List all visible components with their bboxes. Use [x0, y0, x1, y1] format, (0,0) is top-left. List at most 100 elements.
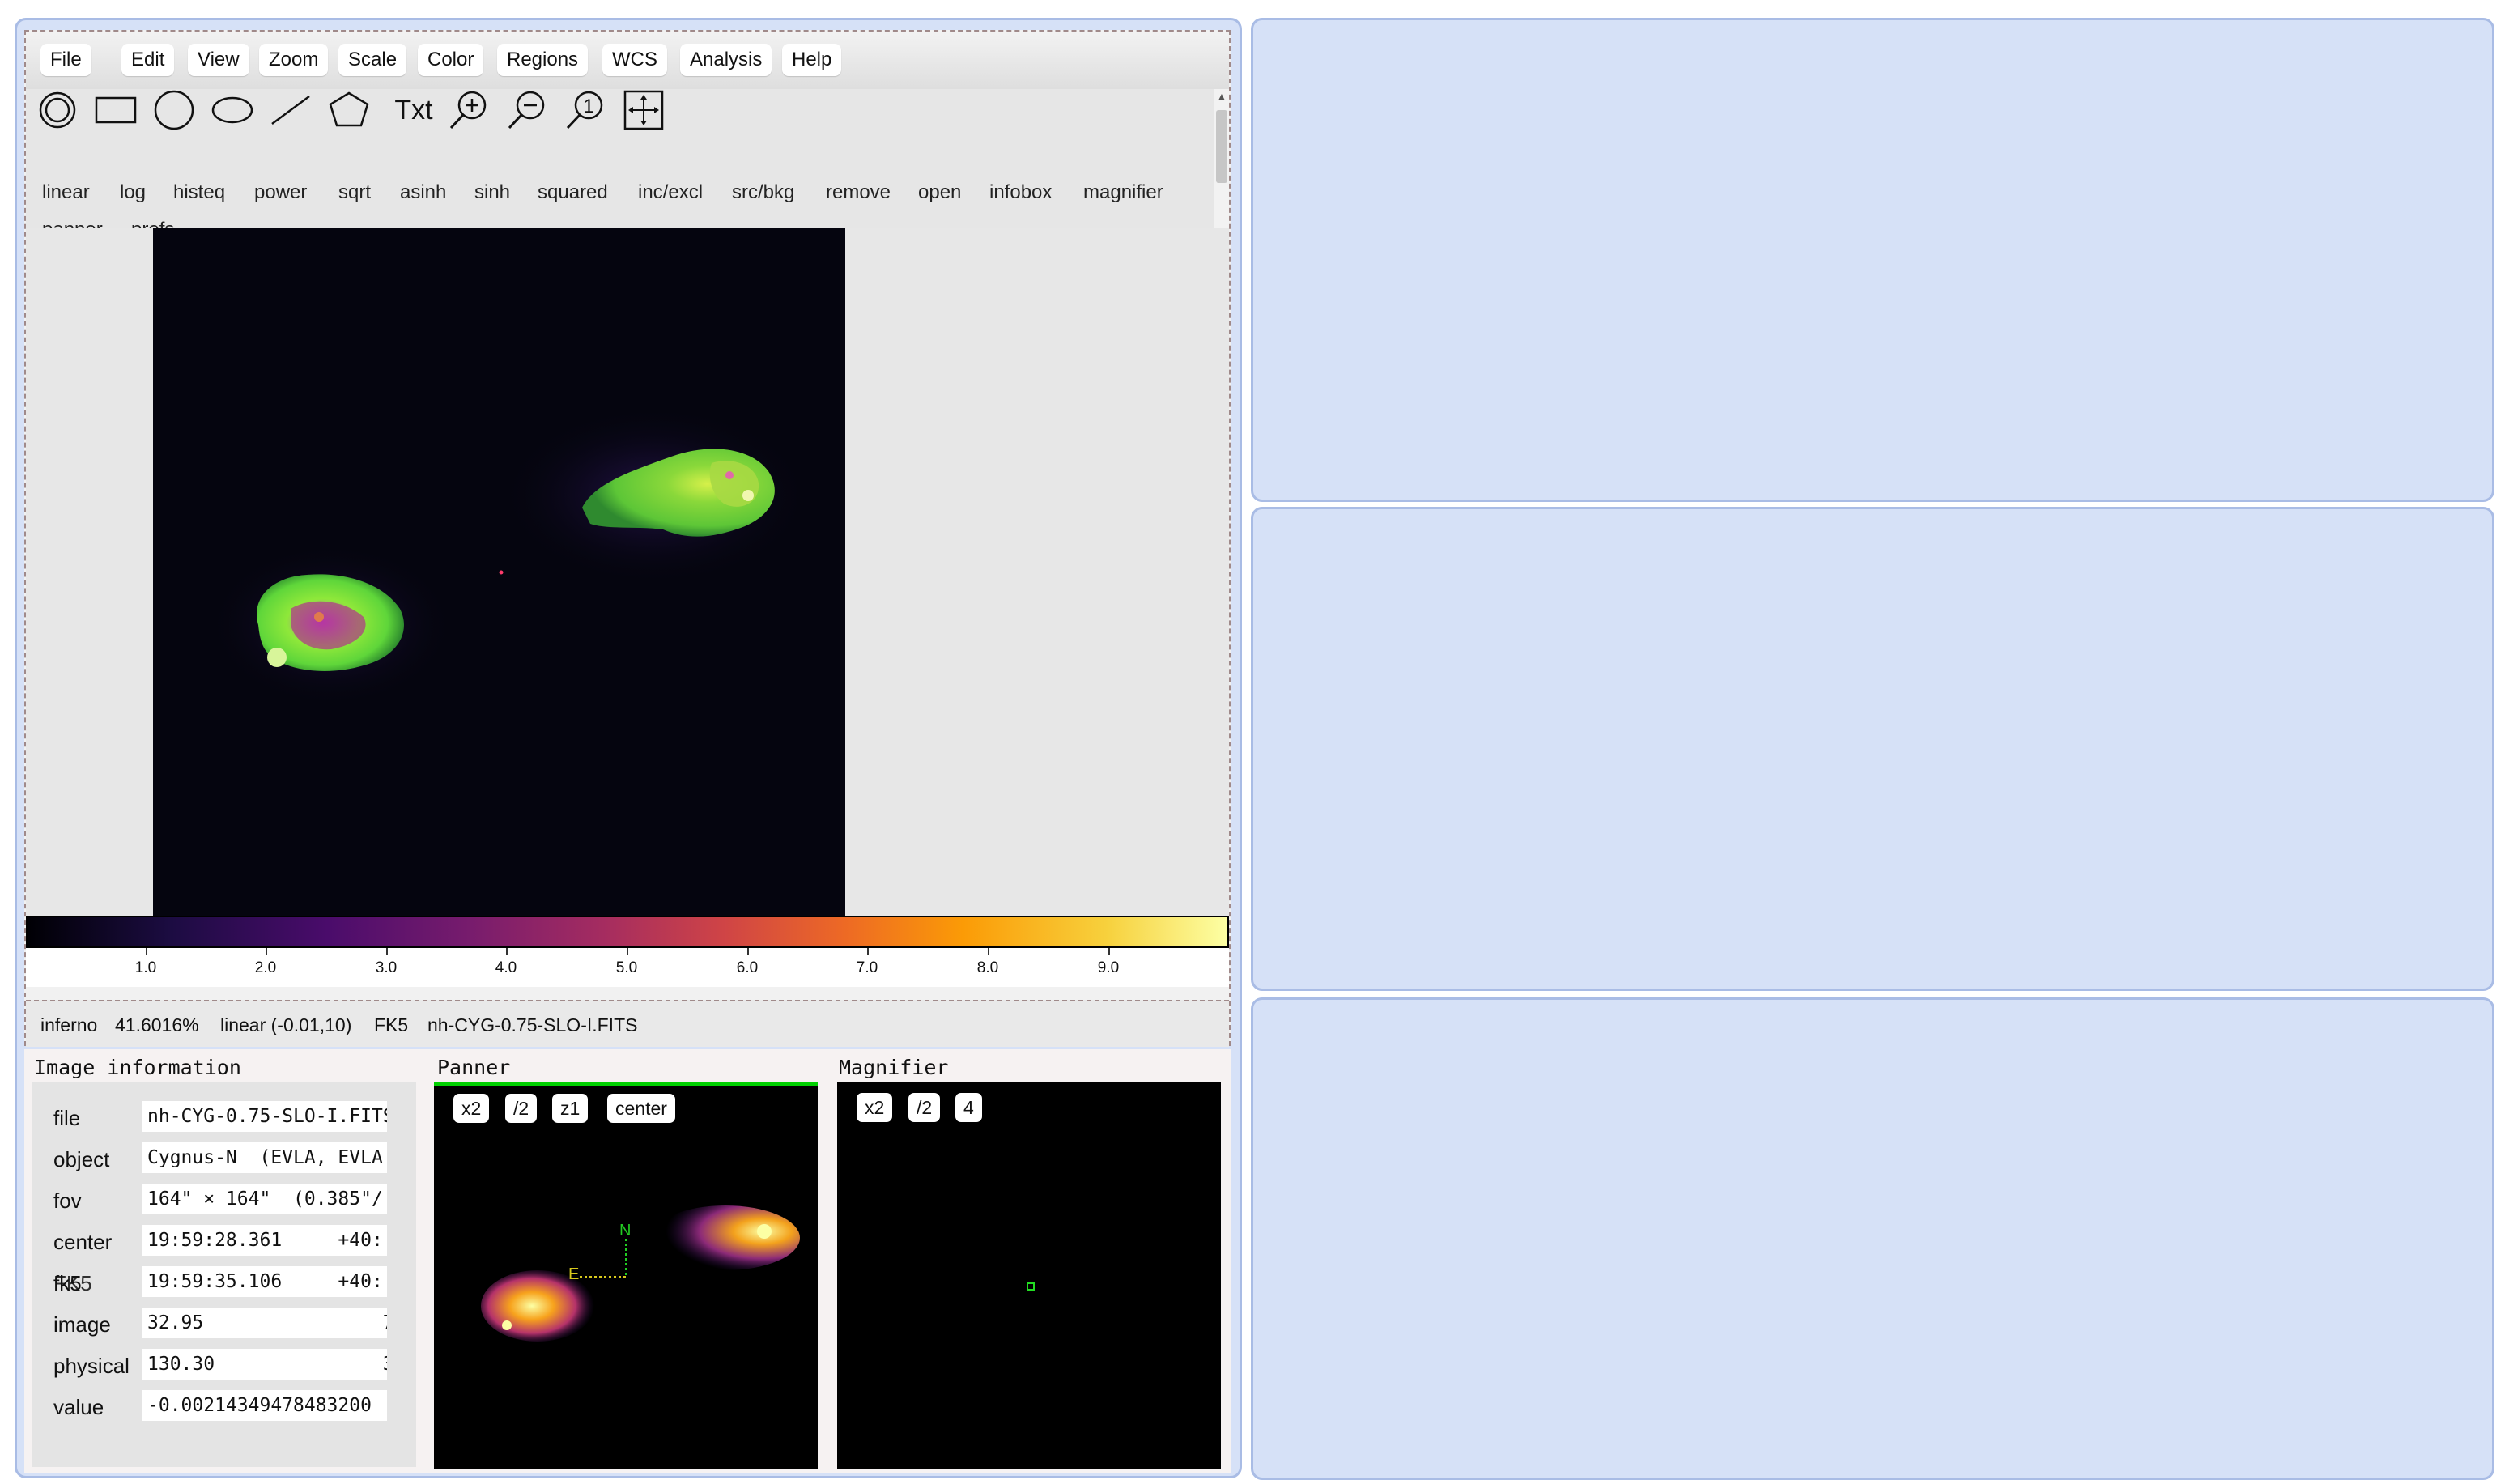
text-region-icon[interactable]: Txt: [385, 89, 442, 132]
menu-wcs[interactable]: WCS: [602, 44, 667, 76]
plugin-linear[interactable]: linear: [42, 181, 90, 204]
info-value-physical[interactable]: 130.30 3072: [142, 1349, 387, 1380]
status-contrast: 41.6016%: [115, 1014, 199, 1035]
plugin-open[interactable]: open: [918, 181, 961, 204]
panner-zoom-out-button[interactable]: /2: [505, 1094, 538, 1123]
panner-view[interactable]: N E x2 /2 z1 center: [434, 1082, 818, 1469]
plugin-squared[interactable]: squared: [538, 181, 608, 204]
image-display-area: [26, 228, 1229, 916]
info-key: value: [53, 1395, 104, 1419]
colorbar-tick-label: 8.0: [976, 959, 999, 976]
plugin-src-bkg[interactable]: src/bkg: [732, 181, 794, 204]
menu-analysis[interactable]: Analysis: [680, 44, 772, 76]
statusbar: inferno 41.6016% linear (-0.01,10) FK5 n…: [26, 1000, 1229, 1047]
info-key: file: [53, 1106, 81, 1130]
info-key: object: [53, 1147, 110, 1171]
magnifier-view[interactable]: x2 /2 4: [837, 1082, 1221, 1469]
colorbar-tick-label: 3.0: [375, 959, 398, 976]
colorbar[interactable]: [26, 916, 1229, 948]
menu-view[interactable]: View: [188, 44, 249, 76]
side-panel-middle: [1251, 507, 2494, 991]
plugin-sinh[interactable]: sinh: [474, 181, 510, 204]
magnifier-zoom-in-button[interactable]: x2: [857, 1093, 893, 1122]
image-info-box: file nh-CYG-0.75-SLO-I.FITS object Cygnu…: [32, 1082, 416, 1467]
panner-title: Panner: [437, 1056, 511, 1079]
info-value-fov[interactable]: 164" × 164" (0.385"/: [142, 1184, 387, 1214]
panner-center-button[interactable]: center: [607, 1094, 675, 1123]
plugin-magnifier[interactable]: magnifier: [1083, 181, 1163, 204]
zoom-in-icon[interactable]: [447, 89, 491, 132]
info-value-object[interactable]: Cygnus-N (EVLA, EVLA: [142, 1142, 387, 1173]
colorbar-tick: [386, 948, 388, 955]
colorbar-tick: [747, 948, 749, 955]
colorbar-tick: [266, 948, 267, 955]
magnifier-cursor-box: [1027, 1282, 1035, 1291]
status-file: nh-CYG-0.75-SLO-I.FITS: [427, 1014, 638, 1035]
box-region-icon[interactable]: [94, 89, 138, 132]
menu-file[interactable]: File: [40, 44, 91, 76]
ellipse-region-icon[interactable]: [211, 89, 254, 132]
info-value-fk5[interactable]: 19:59:35.106 +40:: [142, 1266, 387, 1297]
info-row-image: image 32.95 768.: [32, 1308, 416, 1340]
magnifier-title: Magnifier: [839, 1056, 949, 1079]
magnifier-reset-button[interactable]: 4: [955, 1093, 982, 1122]
side-panel-top: [1251, 18, 2494, 502]
info-row-fk5: fk5 FK5 19:59:35.106 +40:: [32, 1266, 416, 1299]
menu-color[interactable]: Color: [418, 44, 484, 76]
svg-text:1: 1: [583, 96, 593, 117]
side-panel-bottom: [1251, 997, 2494, 1480]
polygon-region-icon[interactable]: [327, 89, 371, 132]
info-row-file: file nh-CYG-0.75-SLO-I.FITS: [32, 1101, 416, 1133]
panner-thumbnail: [481, 1205, 800, 1342]
compass-north-label: N: [619, 1222, 632, 1240]
info-value-file[interactable]: nh-CYG-0.75-SLO-I.FITS: [142, 1101, 387, 1132]
js9-display: File Edit View Zoom Scale Color Regions …: [24, 30, 1231, 1047]
info-key: physical: [53, 1354, 130, 1378]
info-row-physical: physical 130.30 3072: [32, 1349, 416, 1381]
menu-edit[interactable]: Edit: [121, 44, 175, 76]
panner-zoom-one-button[interactable]: z1: [552, 1094, 589, 1123]
plugin-power[interactable]: power: [254, 181, 307, 204]
info-value-center[interactable]: 19:59:28.361 +40:: [142, 1225, 387, 1256]
zoom-out-icon[interactable]: [505, 89, 549, 132]
fit-image-icon[interactable]: [622, 89, 666, 132]
plugin-remove[interactable]: remove: [826, 181, 891, 204]
info-value-value[interactable]: -0.00214349478483200: [142, 1390, 387, 1421]
plugin-log[interactable]: log: [120, 181, 146, 204]
menu-scale[interactable]: Scale: [338, 44, 407, 76]
image-canvas[interactable]: [153, 228, 845, 916]
plugin-infobox[interactable]: infobox: [989, 181, 1052, 204]
colorbar-tick: [146, 948, 147, 955]
menu-help[interactable]: Help: [782, 44, 842, 76]
status-scale: linear (-0.01,10): [220, 1014, 352, 1035]
status-wcs: FK5: [374, 1014, 409, 1035]
status-colormap: inferno: [40, 1014, 98, 1035]
plugin-inc-excl[interactable]: inc/excl: [638, 181, 703, 204]
toolbar-scrollbar[interactable]: ▲ ▼: [1214, 89, 1229, 246]
plugin-sqrt[interactable]: sqrt: [338, 181, 371, 204]
info-row-object: object Cygnus-N (EVLA, EVLA: [32, 1142, 416, 1175]
colorbar-tick-label: 6.0: [736, 959, 759, 976]
info-key: image: [53, 1312, 111, 1337]
plugin-asinh[interactable]: asinh: [400, 181, 446, 204]
panner-zoom-in-button[interactable]: x2: [453, 1094, 490, 1123]
colorbar-tick-label: 4.0: [495, 959, 517, 976]
info-key: fov: [53, 1188, 82, 1213]
info-row-value: value -0.00214349478483200: [32, 1390, 416, 1422]
menu-zoom[interactable]: Zoom: [259, 44, 329, 76]
colorbar-tick: [988, 948, 989, 955]
info-title: Image information: [34, 1056, 241, 1079]
scrollbar-thumb[interactable]: [1216, 110, 1227, 183]
line-region-icon[interactable]: [269, 89, 313, 132]
colorbar-tick-label: 5.0: [615, 959, 638, 976]
magnifier-zoom-out-button[interactable]: /2: [908, 1093, 941, 1122]
menu-regions[interactable]: Regions: [497, 44, 589, 76]
colorbar-tick-label: 2.0: [254, 959, 277, 976]
info-value-image[interactable]: 32.95 768.: [142, 1308, 387, 1338]
circle-region-icon[interactable]: [152, 89, 196, 132]
plugin-histeq[interactable]: histeq: [173, 181, 225, 204]
annulus-region-icon[interactable]: [36, 89, 79, 132]
colorbar-tick-label: 1.0: [134, 959, 157, 976]
zoom-one-icon[interactable]: 1: [564, 89, 607, 132]
radio-galaxy-image: [210, 406, 809, 706]
